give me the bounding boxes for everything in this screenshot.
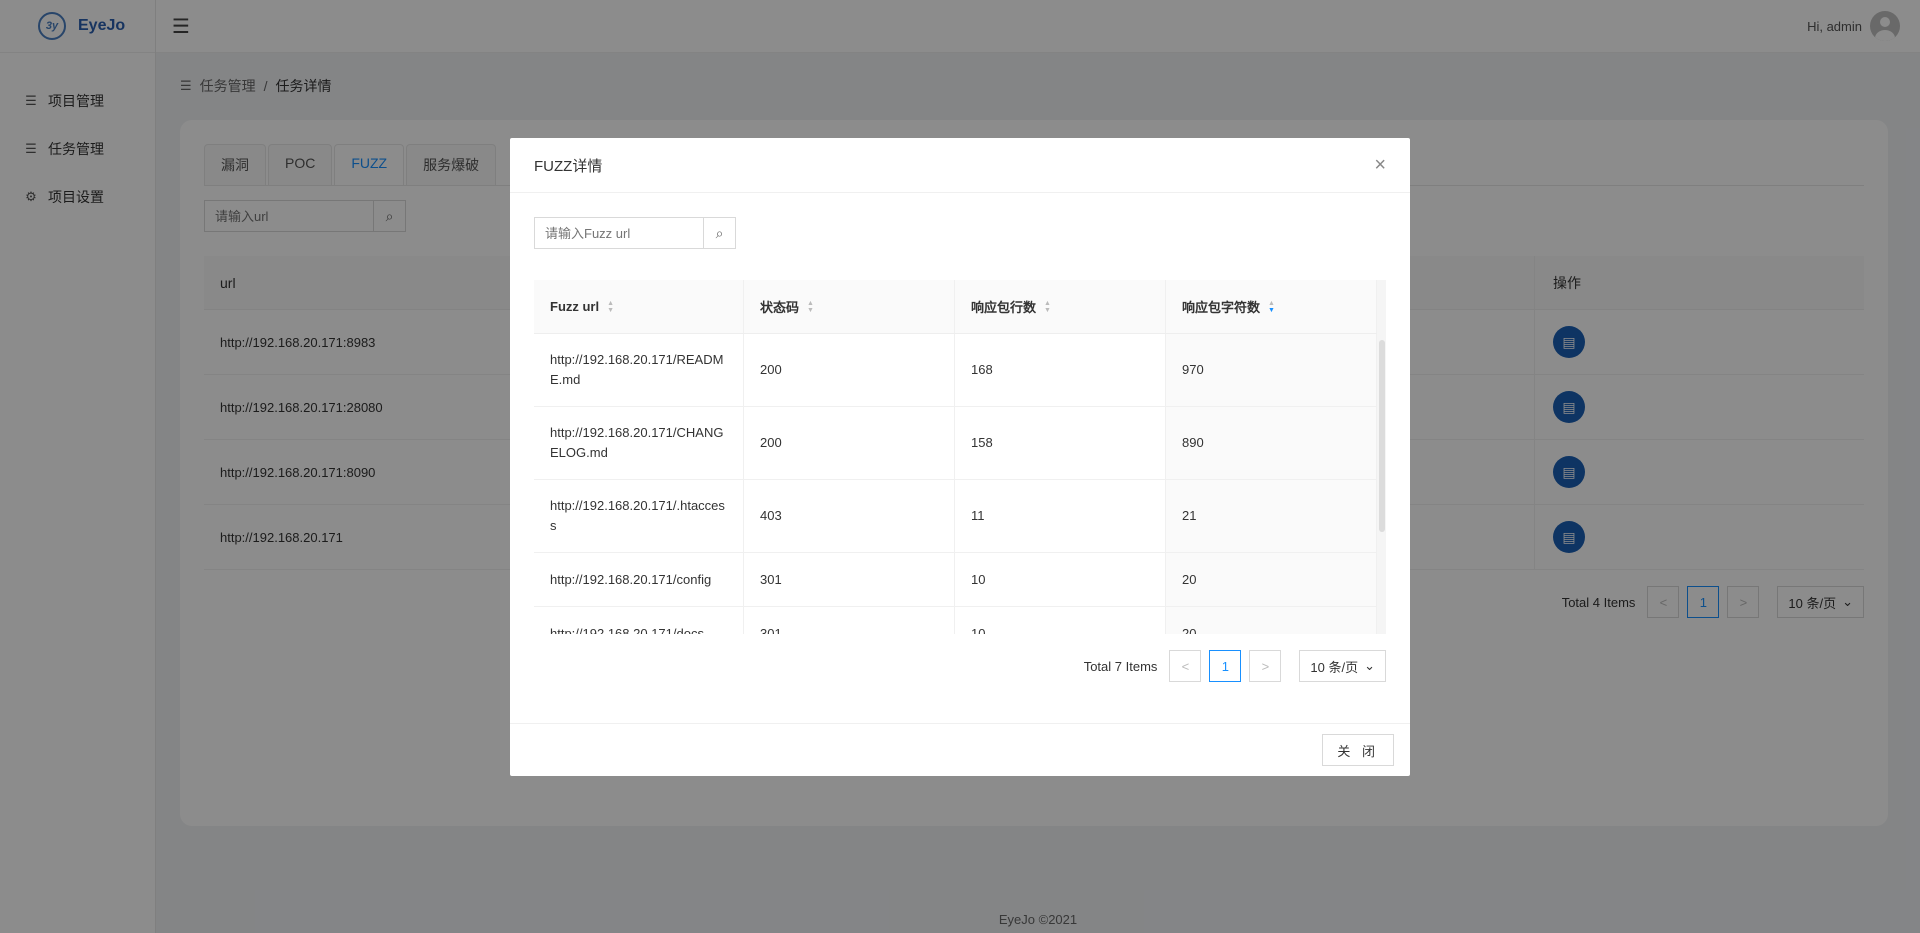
- table-body[interactable]: http://192.168.20.171/README.md 200 168 …: [534, 334, 1386, 634]
- table-row: http://192.168.20.171/docs 301 10 20: [534, 607, 1386, 634]
- sort-desc-icon: ▲ ▼: [1268, 299, 1275, 314]
- close-icon[interactable]: ×: [1374, 155, 1386, 175]
- status-code-cell: 403: [744, 480, 955, 552]
- column-header-label: 响应包行数: [971, 300, 1037, 315]
- column-header-response-lines[interactable]: 响应包行数 ▲ ▼: [955, 280, 1166, 333]
- fuzz-search-button[interactable]: ⌕: [704, 217, 736, 249]
- response-chars-cell: 890: [1166, 407, 1377, 479]
- fuzz-url-cell: http://192.168.20.171/README.md: [534, 334, 744, 406]
- chevron-right-icon: >: [1261, 658, 1270, 674]
- search-icon: ⌕: [715, 224, 724, 241]
- chevron-down-icon: ⌄: [1364, 658, 1375, 673]
- fuzz-url-search-input[interactable]: [534, 217, 704, 249]
- modal-title: FUZZ详情: [534, 157, 603, 175]
- response-lines-cell: 10: [955, 553, 1166, 606]
- fuzz-table: Fuzz url ▲ ▼ 状态码 ▲ ▼ 响应包行数 ▲ ▼ 响应包字符数 ▲ ▼ ht…: [534, 280, 1386, 772]
- status-code-cell: 301: [744, 553, 955, 606]
- fuzz-url-cell: http://192.168.20.171/.htaccess: [534, 480, 744, 552]
- modal-header: FUZZ详情 ×: [510, 138, 1410, 193]
- table-row: http://192.168.20.171/.htaccess 403 11 2…: [534, 480, 1386, 553]
- scrollbar-thumb[interactable]: [1379, 340, 1385, 532]
- column-header-label: 响应包字符数: [1182, 300, 1261, 315]
- table-row: http://192.168.20.171/CHANGELOG.md 200 1…: [534, 407, 1386, 480]
- response-lines-cell: 158: [955, 407, 1166, 479]
- column-header-status-code[interactable]: 状态码 ▲ ▼: [744, 280, 955, 333]
- fuzz-url-search: ⌕: [534, 217, 736, 249]
- status-code-cell: 200: [744, 407, 955, 479]
- response-lines-cell: 168: [955, 334, 1166, 406]
- pagination-page-1[interactable]: 1: [1209, 650, 1242, 682]
- status-code-cell: 301: [744, 607, 955, 634]
- response-chars-cell: 970: [1166, 334, 1377, 406]
- modal-footer: 关 闭: [510, 723, 1410, 776]
- column-header-label: Fuzz url: [550, 299, 600, 314]
- fuzz-url-cell: http://192.168.20.171/docs: [534, 607, 744, 634]
- page-size-value: 10 条/页: [1310, 659, 1359, 675]
- table-row: http://192.168.20.171/README.md 200 168 …: [534, 334, 1386, 407]
- response-chars-cell: 20: [1166, 553, 1377, 606]
- modal-pagination: Total 7 Items < 1 > 10 条/页 ⌄: [1084, 650, 1386, 682]
- pagination-total: Total 7 Items: [1083, 658, 1158, 674]
- chevron-left-icon: <: [1181, 658, 1190, 674]
- sort-icon: ▲ ▼: [807, 299, 814, 314]
- column-header-label: 状态码: [760, 300, 800, 315]
- fuzz-url-cell: http://192.168.20.171/CHANGELOG.md: [534, 407, 744, 479]
- response-lines-cell: 10: [955, 607, 1166, 634]
- table-row: http://192.168.20.171/config 301 10 20: [534, 553, 1386, 607]
- column-header-fuzz-url[interactable]: Fuzz url ▲ ▼: [534, 280, 744, 333]
- pagination-prev[interactable]: <: [1169, 650, 1202, 682]
- column-header-response-chars[interactable]: 响应包字符数 ▲ ▼: [1166, 280, 1377, 333]
- table-scrollbar[interactable]: [1377, 280, 1386, 634]
- sort-icon: ▲ ▼: [607, 299, 615, 314]
- pagination-next[interactable]: >: [1249, 650, 1282, 682]
- fuzz-url-cell: http://192.168.20.171/config: [534, 553, 744, 606]
- response-chars-cell: 21: [1166, 480, 1377, 552]
- fuzz-detail-modal: FUZZ详情 × ⌕ Fuzz url ▲▼ 状态码 ▲▼ 响应包行数 ▲▼ 响…: [510, 138, 1410, 776]
- response-lines-cell: 11: [955, 480, 1166, 552]
- response-chars-cell: 20: [1166, 607, 1377, 634]
- table-header: Fuzz url ▲ ▼ 状态码 ▲ ▼ 响应包行数 ▲ ▼ 响应包字符数 ▲ ▼: [534, 280, 1386, 334]
- close-button[interactable]: 关 闭: [1322, 734, 1394, 766]
- page-size-select[interactable]: 10 条/页 ⌄: [1299, 650, 1386, 682]
- status-code-cell: 200: [744, 334, 955, 406]
- sort-icon: ▲ ▼: [1044, 299, 1051, 314]
